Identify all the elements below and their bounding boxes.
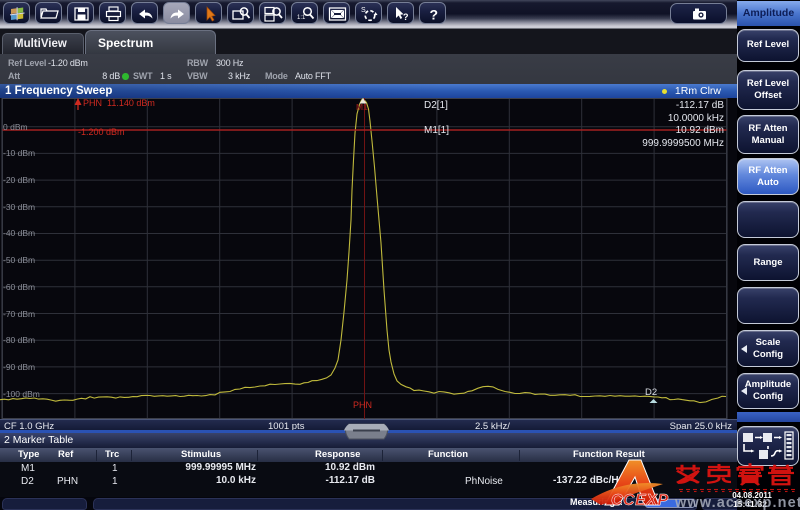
svg-text:CCEXP: CCEXP — [611, 492, 669, 509]
svg-text:1:1: 1:1 — [297, 15, 306, 21]
svg-text:www.aceexp.net: www.aceexp.net — [675, 495, 800, 510]
svg-text:S: S — [361, 7, 366, 14]
svg-text:?: ? — [430, 7, 439, 23]
svg-text:?: ? — [403, 12, 409, 22]
